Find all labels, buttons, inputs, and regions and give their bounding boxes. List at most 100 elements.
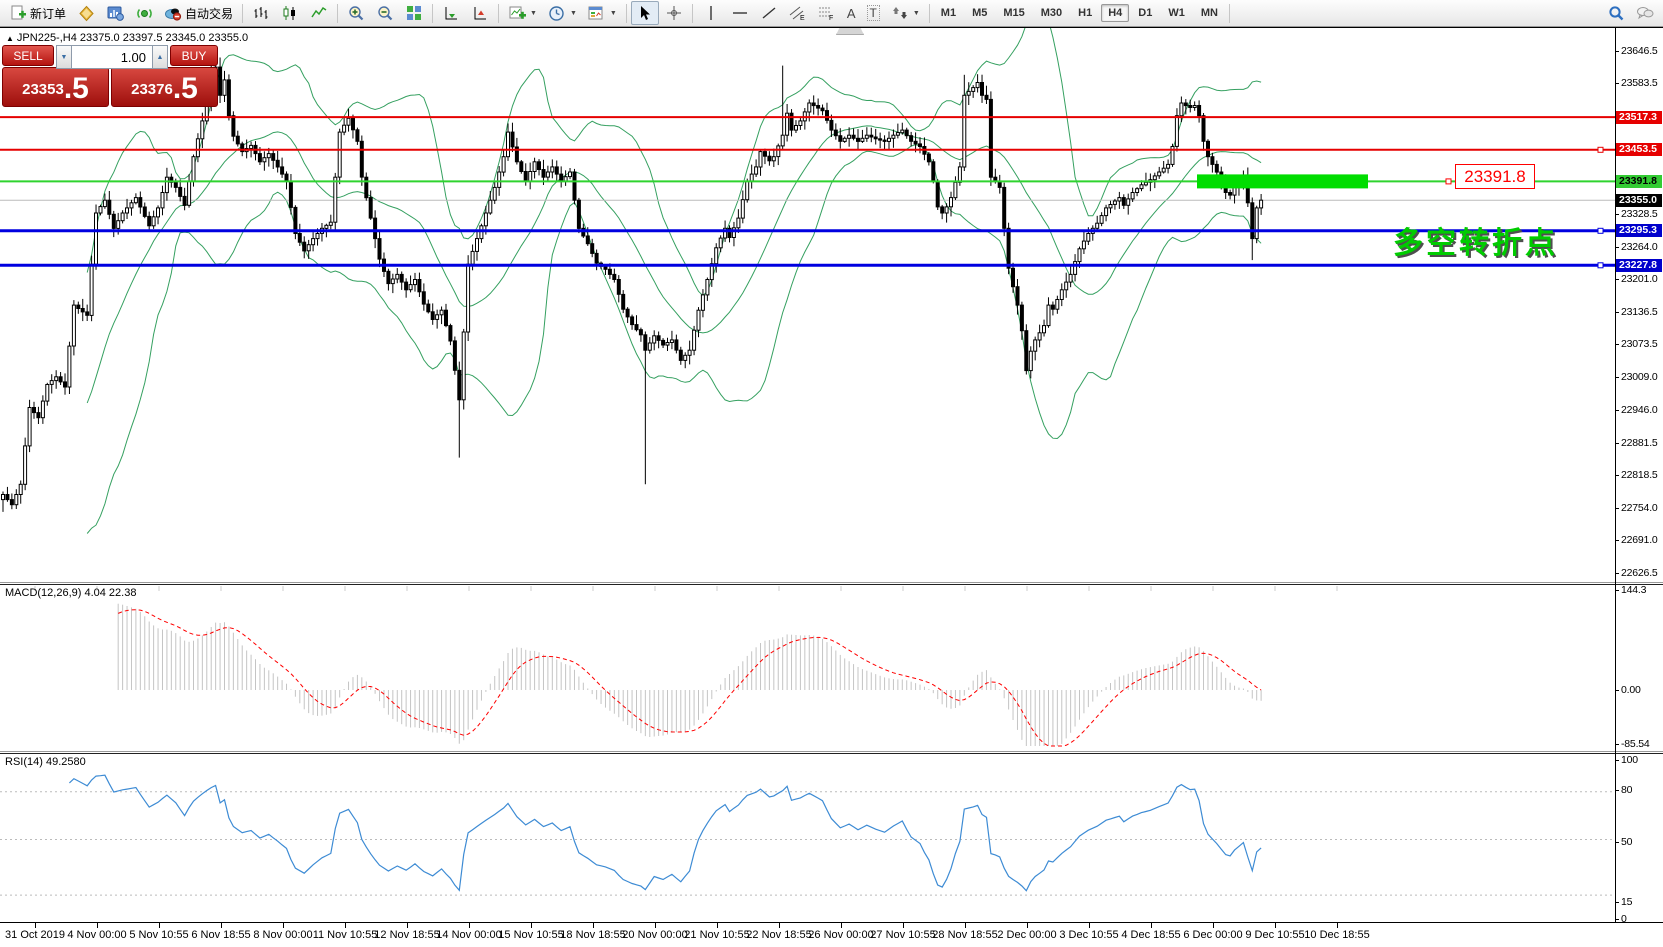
equidistant-channel-icon: E <box>789 4 807 22</box>
horizontal-line-tool-button[interactable] <box>726 1 754 25</box>
volume-stepper: ▼ ▲ <box>56 45 168 69</box>
buy-price-button[interactable]: 23376.5 <box>111 67 218 107</box>
candle-chart-mode-button[interactable] <box>276 1 304 25</box>
axis-tick-label: 23264.0 <box>1621 241 1658 253</box>
tile-windows-icon <box>405 4 423 22</box>
price-badge: 23517.3 <box>1616 111 1662 124</box>
toolbar-separator <box>626 4 627 23</box>
timeframe-button-d1[interactable]: D1 <box>1131 4 1159 22</box>
one-click-trading-panel: SELL BUY ▼ ▲ 23353.5 23376.5 <box>2 45 218 107</box>
sell-price: 23353 <box>22 80 64 100</box>
macd-panel-separator[interactable] <box>0 582 1663 583</box>
bar-chart-mode-button[interactable] <box>247 1 275 25</box>
auto-scroll-button[interactable] <box>437 1 465 25</box>
macd-label: MACD(12,26,9) 4.04 22.38 <box>5 587 136 599</box>
time-tick <box>655 922 656 928</box>
sell-button[interactable]: SELL <box>2 45 54 66</box>
price-callout-box[interactable]: 23391.8 <box>1455 164 1535 189</box>
price-chart-canvas[interactable] <box>0 28 1615 922</box>
new-order-button[interactable]: 新订单 <box>4 1 71 25</box>
axis-tick <box>1615 590 1619 591</box>
alerts-button[interactable] <box>130 1 158 25</box>
label-tool-icon: T <box>867 5 880 21</box>
tile-windows-button[interactable] <box>400 1 428 25</box>
community-button[interactable] <box>1631 1 1659 25</box>
timeframe-button-h4[interactable]: H4 <box>1101 4 1129 22</box>
panel-splitter-handle[interactable] <box>836 28 864 35</box>
macd-panel-separator[interactable] <box>0 584 1663 585</box>
trendline-tool-button[interactable] <box>755 1 783 25</box>
time-tick <box>531 922 532 928</box>
chart-window-button[interactable] <box>101 1 129 25</box>
volume-input[interactable] <box>72 45 152 69</box>
toolbar-separator <box>692 4 693 23</box>
price-badge: 23355.0 <box>1616 194 1662 207</box>
timeframe-button-h1[interactable]: H1 <box>1071 4 1099 22</box>
axis-tick <box>1615 377 1619 378</box>
price-badge: 23295.3 <box>1616 224 1662 237</box>
candles <box>2 58 1263 512</box>
time-tick <box>97 922 98 928</box>
axis-tick-label: 23201.0 <box>1621 273 1658 285</box>
axis-tick <box>1615 919 1619 920</box>
auto-trading-button[interactable]: 自动交易 <box>159 1 238 25</box>
axis-tick <box>1615 902 1619 903</box>
time-axis: 31 Oct 20194 Nov 00:005 Nov 10:556 Nov 1… <box>0 922 1663 947</box>
timeframe-button-m5[interactable]: M5 <box>965 4 994 22</box>
periods-button[interactable]: ▼ <box>543 1 582 25</box>
axis-tick <box>1615 410 1619 411</box>
volume-decrease-button[interactable]: ▼ <box>56 45 72 69</box>
indicators-button[interactable]: ▼ <box>503 1 542 25</box>
collapse-icon[interactable]: ▲ <box>6 34 14 43</box>
arrow-shapes-icon <box>891 4 909 22</box>
timeframe-button-m30[interactable]: M30 <box>1034 4 1069 22</box>
symbols-button[interactable] <box>72 1 100 25</box>
rsi-line <box>69 775 1261 891</box>
chart-title: ▲JPN225-,H4 23375.0 23397.5 23345.0 2335… <box>6 32 248 44</box>
vertical-line-tool-button[interactable] <box>697 1 725 25</box>
text-tool-icon: A <box>847 6 856 21</box>
label-tool-button[interactable]: T <box>862 1 885 25</box>
buy-price: 23376 <box>131 80 173 100</box>
volume-increase-button[interactable]: ▲ <box>152 45 168 69</box>
axis-tick <box>1615 312 1619 313</box>
chart-shift-button[interactable] <box>466 1 494 25</box>
fibonacci-tool-button[interactable]: F <box>813 1 841 25</box>
arrows-tool-button[interactable]: ▼ <box>886 1 925 25</box>
buy-button[interactable]: BUY <box>170 45 218 66</box>
timeframe-button-m15[interactable]: M15 <box>996 4 1031 22</box>
bollinger-bands <box>87 28 1261 533</box>
cursor-tool-button[interactable] <box>631 1 659 25</box>
time-tick <box>1151 922 1152 928</box>
rsi-panel-separator[interactable] <box>0 751 1663 752</box>
search-button[interactable] <box>1602 1 1630 25</box>
zoom-out-button[interactable] <box>371 1 399 25</box>
chart-window-icon <box>106 4 124 22</box>
time-tick <box>965 922 966 928</box>
timeframe-bar: M1M5M15M30H1H4D1W1MN <box>934 4 1225 22</box>
timeframe-button-m1[interactable]: M1 <box>934 4 963 22</box>
text-tool-button[interactable]: A <box>842 1 861 25</box>
axis-tick <box>1615 247 1619 248</box>
timeframe-button-mn[interactable]: MN <box>1194 4 1225 22</box>
highlight-zone <box>1197 174 1368 188</box>
new-order-icon <box>9 4 27 22</box>
zoom-in-button[interactable] <box>342 1 370 25</box>
line-chart-icon <box>310 4 328 22</box>
timeframe-button-w1[interactable]: W1 <box>1161 4 1192 22</box>
line-chart-mode-button[interactable] <box>305 1 333 25</box>
axis-tick <box>1615 760 1619 761</box>
sell-price-button[interactable]: 23353.5 <box>2 67 109 107</box>
time-tick <box>717 922 718 928</box>
axis-tick-label: 80 <box>1621 784 1632 796</box>
channel-tool-button[interactable]: E <box>784 1 812 25</box>
toolbar-separator <box>1229 4 1230 23</box>
crosshair-tool-button[interactable] <box>660 1 688 25</box>
axis-tick <box>1615 443 1619 444</box>
templates-button[interactable]: ▼ <box>583 1 622 25</box>
rsi-panel-separator[interactable] <box>0 753 1663 754</box>
axis-tick-label: 15 <box>1621 896 1632 908</box>
toolbar: 新订单 自动交易 <box>0 0 1663 27</box>
zoom-out-icon <box>376 4 394 22</box>
price-badge: 23453.5 <box>1616 143 1662 156</box>
